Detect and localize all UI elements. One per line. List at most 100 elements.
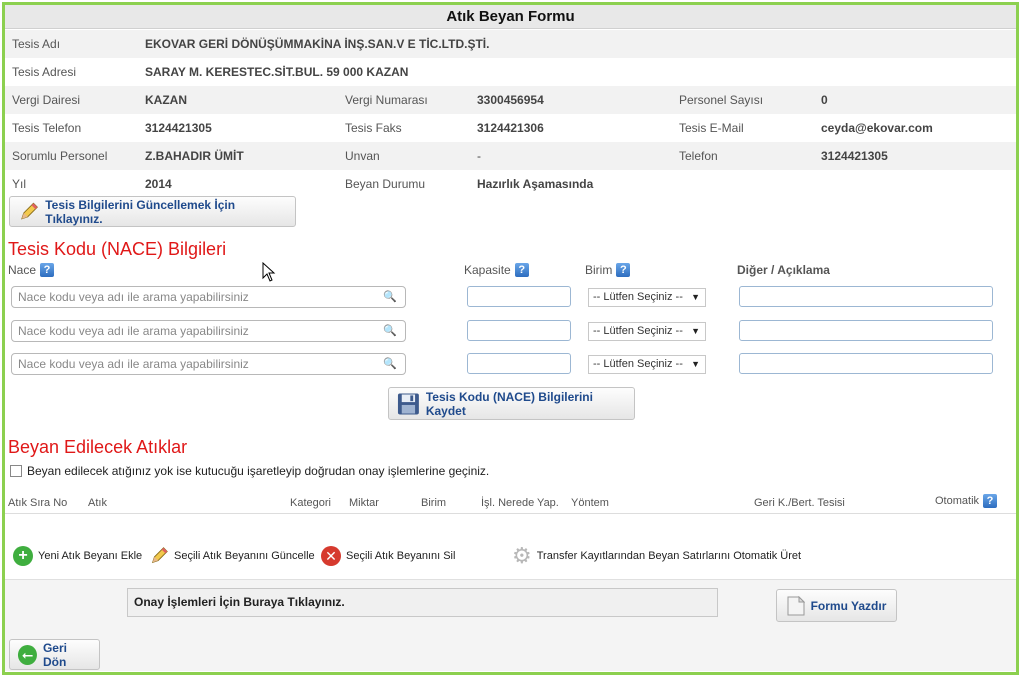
- update-facility-button[interactable]: Tesis Bilgilerini Güncellemek İçin Tıkla…: [9, 196, 296, 227]
- no-waste-checkbox[interactable]: [10, 465, 22, 477]
- title-value: -: [477, 149, 481, 163]
- print-form-label: Formu Yazdır: [810, 598, 887, 613]
- pencil-icon: [21, 202, 38, 220]
- col-waste-no: Atık Sıra No: [8, 497, 68, 509]
- other-input[interactable]: [739, 320, 993, 341]
- capacity-col-label: Kapasite: [464, 263, 511, 277]
- no-waste-label: Beyan edilecek atığınız yok ise kutucuğu…: [27, 464, 490, 478]
- search-icon[interactable]: 🔍: [383, 290, 397, 303]
- capacity-input[interactable]: [467, 320, 571, 341]
- add-waste-label: Yeni Atık Beyanı Ekle: [38, 550, 143, 562]
- other-col-header: Diğer / Açıklama: [737, 263, 830, 277]
- email-label: Tesis E-Mail: [679, 121, 744, 135]
- nace-col-label: Nace: [8, 263, 37, 277]
- col-unit: Birim: [421, 497, 447, 509]
- info-row-phone: Tesis Telefon 3124421305 Tesis Faks 3124…: [5, 114, 1016, 142]
- add-waste-action[interactable]: + Yeni Atık Beyanı Ekle: [13, 546, 142, 566]
- tax-office-value: KAZAN: [145, 93, 187, 107]
- col-category: Kategori: [290, 497, 331, 509]
- tax-no-label: Vergi Numarası: [345, 93, 428, 107]
- fax-label: Tesis Faks: [345, 121, 402, 135]
- tax-no-value: 3300456954: [477, 93, 544, 107]
- help-icon[interactable]: ?: [616, 263, 631, 277]
- nace-col-header: Nace ?: [8, 263, 55, 277]
- contact-phone-label: Telefon: [679, 149, 718, 163]
- nace-search-input[interactable]: [18, 354, 378, 374]
- chevron-down-icon: ▼: [691, 326, 700, 336]
- col-amount: Miktar: [349, 497, 379, 509]
- col-method: Yöntem: [571, 497, 609, 509]
- responsible-value: Z.BAHADIR ÜMİT: [145, 149, 244, 163]
- staff-count-label: Personel Sayısı: [679, 93, 764, 107]
- info-row-year: Yıl 2014 Beyan Durumu Hazırlık Aşamasınd…: [5, 170, 1016, 198]
- nace-search-1[interactable]: 🔍: [11, 286, 406, 308]
- unit-col-header: Birim ?: [585, 263, 631, 277]
- save-icon: [397, 393, 419, 414]
- responsible-label: Sorumlu Personel: [12, 149, 108, 163]
- tax-office-label: Vergi Dairesi: [12, 93, 81, 107]
- capacity-input[interactable]: [467, 353, 571, 374]
- phone-label: Tesis Telefon: [12, 121, 82, 135]
- back-button[interactable]: ➞ Geri Dön: [9, 639, 100, 670]
- search-icon[interactable]: 🔍: [383, 357, 397, 370]
- delete-waste-label: Seçili Atık Beyanını Sil: [346, 550, 456, 562]
- unit-col-label: Birim: [585, 263, 613, 277]
- col-where: İşl. Nerede Yap.: [481, 497, 559, 509]
- unit-select[interactable]: -- Lütfen Seçiniz -- ▼: [588, 355, 706, 374]
- approval-link[interactable]: Onay İşlemleri İçin Buraya Tıklayınız.: [127, 588, 718, 617]
- pencil-icon: [151, 547, 168, 564]
- auto-generate-action[interactable]: ⚙ Transfer Kayıtlarından Beyan Satırları…: [512, 543, 802, 568]
- chevron-down-icon: ▼: [691, 292, 700, 302]
- search-icon[interactable]: 🔍: [383, 324, 397, 337]
- contact-phone-value: 3124421305: [821, 149, 888, 163]
- capacity-input[interactable]: [467, 286, 571, 307]
- year-value: 2014: [145, 177, 172, 191]
- nace-search-input[interactable]: [18, 321, 378, 341]
- nace-search-input[interactable]: [18, 287, 378, 307]
- col-automatic: Otomatik ?: [935, 494, 998, 508]
- year-label: Yıl: [12, 177, 27, 191]
- plus-icon: +: [13, 546, 33, 566]
- help-icon[interactable]: ?: [40, 263, 55, 277]
- auto-generate-label: Transfer Kayıtlarından Beyan Satırlarını…: [536, 550, 802, 562]
- facility-name-value: EKOVAR GERİ DÖNÜŞÜMMAKİNA İNŞ.SAN.V E Tİ…: [145, 37, 490, 51]
- info-row-address: Tesis Adresi SARAY M. KERESTEC.SİT.BUL. …: [5, 58, 1016, 86]
- staff-count-value: 0: [821, 93, 828, 107]
- col-recycling-facility: Geri K./Bert. Tesisi: [754, 497, 845, 509]
- no-waste-row: Beyan edilecek atığınız yok ise kutucuğu…: [10, 464, 489, 478]
- gear-icon: ⚙: [512, 543, 532, 568]
- info-row-name: Tesis Adı EKOVAR GERİ DÖNÜŞÜMMAKİNA İNŞ.…: [5, 30, 1016, 58]
- nace-search-3[interactable]: 🔍: [11, 353, 406, 375]
- update-waste-label: Seçili Atık Beyanını Güncelle: [174, 550, 315, 562]
- email-value: ceyda@ekovar.com: [821, 121, 933, 135]
- other-input[interactable]: [739, 286, 993, 307]
- facility-address-value: SARAY M. KERESTEC.SİT.BUL. 59 000 KAZAN: [145, 65, 409, 79]
- title-label: Unvan: [345, 149, 380, 163]
- delete-waste-action[interactable]: ✕ Seçili Atık Beyanını Sil: [321, 546, 455, 566]
- unit-select[interactable]: -- Lütfen Seçiniz -- ▼: [588, 322, 706, 341]
- update-waste-action[interactable]: Seçili Atık Beyanını Güncelle: [149, 546, 315, 566]
- mouse-cursor-icon: [262, 262, 276, 282]
- info-row-responsible: Sorumlu Personel Z.BAHADIR ÜMİT Unvan - …: [5, 142, 1016, 170]
- facility-name-label: Tesis Adı: [12, 37, 61, 51]
- unit-select[interactable]: -- Lütfen Seçiniz -- ▼: [588, 288, 706, 307]
- other-input[interactable]: [739, 353, 993, 374]
- form-title: Atık Beyan Formu: [5, 5, 1016, 29]
- fax-value: 3124421306: [477, 121, 544, 135]
- back-label: Geri Dön: [42, 640, 67, 669]
- print-form-button[interactable]: Formu Yazdır: [776, 589, 897, 622]
- unit-select-value: -- Lütfen Seçiniz --: [593, 358, 683, 370]
- phone-value: 3124421305: [145, 121, 212, 135]
- col-automatic-label: Otomatik: [935, 495, 980, 507]
- back-arrow-icon: ➞: [18, 644, 37, 665]
- nace-search-2[interactable]: 🔍: [11, 320, 406, 342]
- save-nace-label: Tesis Kodu (NACE) Bilgilerini Kaydet: [425, 389, 593, 418]
- save-nace-button[interactable]: Tesis Kodu (NACE) Bilgilerini Kaydet: [388, 387, 635, 420]
- form-frame: Atık Beyan Formu Tesis Adı EKOVAR GERİ D…: [2, 2, 1019, 675]
- info-row-tax: Vergi Dairesi KAZAN Vergi Numarası 33004…: [5, 86, 1016, 114]
- status-value: Hazırlık Aşamasında: [477, 177, 594, 191]
- waste-section-title: Beyan Edilecek Atıklar: [8, 437, 188, 457]
- update-facility-label: Tesis Bilgilerini Güncellemek İçin Tıkla…: [45, 197, 236, 226]
- help-icon[interactable]: ?: [983, 494, 998, 508]
- help-icon[interactable]: ?: [514, 263, 529, 277]
